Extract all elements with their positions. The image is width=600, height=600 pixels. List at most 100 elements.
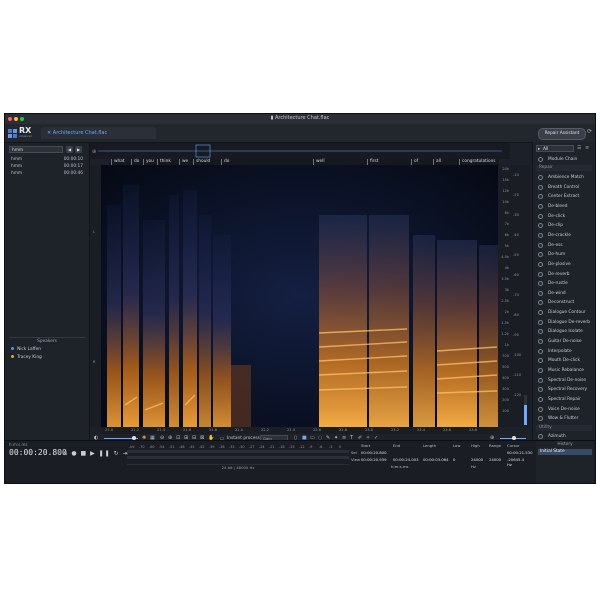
chain-icon xyxy=(538,157,543,162)
time-axis: 21.0 21.2 21.4 21.6 21.8 22.0 22.2 22.4 … xyxy=(101,427,498,434)
loop-icon[interactable]: ↻ xyxy=(114,450,120,457)
close-tab-icon[interactable]: ✕ xyxy=(47,130,51,136)
module-item[interactable]: De-click xyxy=(536,212,592,221)
view-end-value[interactable]: 00:00:24.003 xyxy=(393,457,419,462)
module-item[interactable]: Spectral Recovery xyxy=(536,385,592,394)
module-chain-button[interactable]: Module Chain xyxy=(536,155,592,164)
view-length-value[interactable]: 00:00:03.064 xyxy=(423,457,449,462)
freq-tick: 5k xyxy=(504,244,509,248)
module-item[interactable]: Ambience Match xyxy=(536,173,592,182)
next-marker-button[interactable]: ▶ xyxy=(75,146,82,153)
module-item[interactable]: Wow & Flutter xyxy=(536,414,592,423)
time-tick: 22.4 xyxy=(287,428,296,432)
module-item[interactable]: De-wind xyxy=(536,289,592,298)
marker-row[interactable]: hmm 00:00:10 xyxy=(11,157,85,163)
col-header-low: Low xyxy=(453,443,461,448)
view-start-value[interactable]: 00:00:20.939 xyxy=(361,457,387,462)
module-item[interactable]: Interpolate xyxy=(536,347,592,356)
history-item[interactable]: Initial State xyxy=(538,449,592,455)
history-panel: History Initial State xyxy=(536,441,594,483)
freq-tick: 200 xyxy=(502,398,509,402)
module-icon xyxy=(538,396,543,402)
module-item[interactable]: De-crackle xyxy=(536,231,592,240)
meter-tick: -30 xyxy=(239,445,245,449)
time-tick: 21.8 xyxy=(209,428,218,432)
module-item[interactable]: Voice De-noise xyxy=(536,405,592,414)
module-item[interactable]: Spectral Repair xyxy=(536,395,592,404)
module-item[interactable]: De-bleed xyxy=(536,202,592,211)
module-item[interactable]: Deconstruct xyxy=(536,298,592,307)
view-range-value[interactable]: 24000 xyxy=(489,457,501,462)
module-item[interactable]: Dialogue De-reverb xyxy=(536,318,592,327)
module-icon xyxy=(538,184,543,190)
module-item[interactable]: Dialogue Isolate xyxy=(536,327,592,336)
col-header-high: High xyxy=(471,443,480,448)
time-tick: 23.2 xyxy=(391,428,400,432)
db-tick: -100 xyxy=(513,353,522,357)
time-format-select[interactable]: h:m:s.ms xyxy=(9,442,27,447)
meter-tick: -9 xyxy=(309,445,312,449)
module-item[interactable]: De-ess xyxy=(536,241,592,250)
meter-tick: -60 xyxy=(149,445,155,449)
meter-tick: -Inf xyxy=(129,445,135,449)
stop-icon[interactable]: ■ xyxy=(81,450,88,457)
module-item[interactable]: Mouth De-click xyxy=(536,356,592,365)
utility-section-header[interactable]: Utility xyxy=(536,424,592,431)
pause-icon[interactable]: ❚❚ xyxy=(99,450,111,457)
module-icon xyxy=(538,252,543,258)
view-low-value[interactable]: 0 xyxy=(453,457,455,462)
meter-tick: -51 xyxy=(169,445,175,449)
rx-logo: RX Advanced xyxy=(8,126,34,140)
module-item[interactable]: Spectral De-noise xyxy=(536,376,592,385)
record-icon[interactable]: ● xyxy=(71,450,77,457)
view-high-value[interactable]: 24000 xyxy=(471,457,483,462)
time-tick: 22.2 xyxy=(261,428,270,432)
module-item[interactable]: Guitar De-noise xyxy=(536,337,592,346)
repair-assistant-button[interactable]: Repair Assistant xyxy=(538,128,586,140)
speaker-item[interactable]: Nick Laffen xyxy=(11,347,41,353)
file-format-label: 24 bit | 48000 Hz xyxy=(127,464,349,471)
time-tick: 23.4 xyxy=(417,428,426,432)
module-item[interactable]: Breath Control xyxy=(536,183,592,192)
waveform-overview[interactable]: ⊕ xyxy=(90,143,510,159)
sync-icon[interactable]: ⟳ xyxy=(587,128,592,135)
sel-start-value[interactable]: 00:00:20.800 xyxy=(361,450,387,455)
freq-tick: 3k xyxy=(504,288,509,292)
module-item[interactable]: De-reverb xyxy=(536,270,592,279)
module-icon xyxy=(538,242,543,248)
prev-marker-button[interactable]: ◀ xyxy=(66,146,73,153)
color-range-slider[interactable] xyxy=(524,395,527,425)
meter-tick: -12 xyxy=(299,445,305,449)
menu-icon[interactable]: ☰ xyxy=(577,145,581,151)
svg-text:⊕: ⊕ xyxy=(92,149,96,155)
freq-tick: 10k xyxy=(502,200,509,204)
module-item[interactable]: Dialogue Contour xyxy=(536,308,592,317)
module-item[interactable]: Center Extract xyxy=(536,192,592,201)
module-filter-select[interactable]: ▸ All xyxy=(536,145,574,152)
timecode-display: 00:00:20.800 xyxy=(9,448,67,457)
freq-tick: 400 xyxy=(502,376,509,380)
play-icon[interactable]: ▶ xyxy=(90,450,96,457)
tab-file[interactable]: ✕ Architecture Chat.flac xyxy=(41,127,156,139)
module-item[interactable]: De-hum xyxy=(536,250,592,259)
db-tick: -50 xyxy=(513,253,519,257)
channel-ruler: L R xyxy=(90,165,101,427)
module-item[interactable]: De-plosive xyxy=(536,260,592,269)
module-item[interactable]: De-clip xyxy=(536,221,592,230)
db-tick: -70 xyxy=(513,293,519,297)
marker-search-input[interactable]: hmm xyxy=(9,146,63,153)
module-item[interactable]: De-rustle xyxy=(536,279,592,288)
freq-tick: 4.5k xyxy=(501,255,509,259)
db-tick: -60 xyxy=(513,273,519,277)
marker-row[interactable]: hmm 00:00:46 xyxy=(11,171,85,177)
meter-tick: -6 xyxy=(319,445,322,449)
repair-section-header[interactable]: Repair xyxy=(536,165,592,171)
module-item[interactable]: Music Rebalance xyxy=(536,366,592,375)
speaker-item[interactable]: Tracey King xyxy=(11,355,42,361)
channel-label-l: L xyxy=(93,230,96,234)
list-view-icon[interactable]: ≡ xyxy=(585,145,589,151)
headphone-monitor-icon[interactable]: ∩ xyxy=(63,450,68,457)
marker-row[interactable]: hmm 00:00:17 xyxy=(11,164,85,170)
spectrogram-view[interactable] xyxy=(101,165,498,427)
chevron-right-icon: ▸ xyxy=(538,147,541,152)
